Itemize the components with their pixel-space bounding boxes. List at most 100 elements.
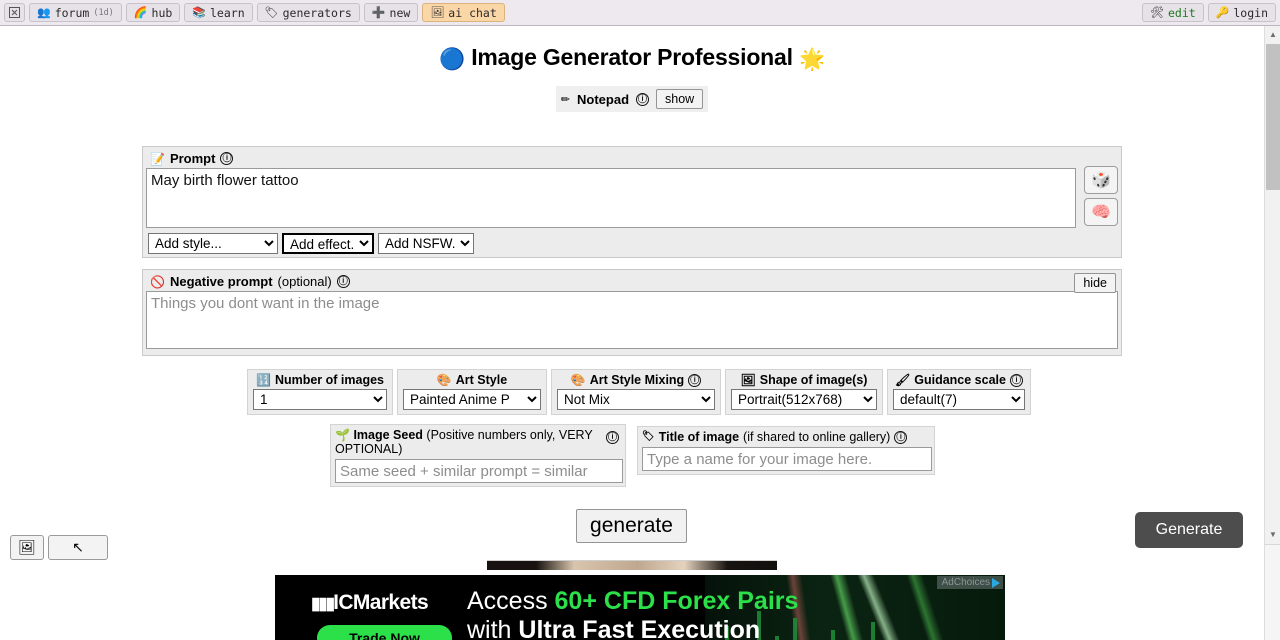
advertisement-banner[interactable]: ▮▮▮ICMarkets Trade Now Access 60+ CFD Fo… — [275, 575, 1005, 640]
paintbrush-icon: 🖌 — [895, 373, 911, 387]
notepad-show-button[interactable]: show — [656, 89, 704, 109]
toolbar-item-ai-chat[interactable]: 🖼 ai chat — [422, 3, 505, 22]
option-label-text: Art Style Mixing — [589, 373, 685, 387]
ad-headline-1-pre: Access — [467, 587, 555, 615]
info-icon[interactable]: ⓘ — [688, 373, 702, 387]
plus-icon: ➕ — [371, 6, 386, 19]
option-label: 🔢 Number of images — [253, 373, 387, 387]
toolbar-item-edit[interactable]: 🛠 edit — [1142, 3, 1204, 22]
ai-enhance-brain-button[interactable]: 🧠 — [1084, 198, 1118, 226]
add-nsfw-select[interactable]: Add NSFW... — [378, 233, 474, 254]
number-of-images-select[interactable]: 1 — [253, 389, 387, 410]
toolbar-item-learn[interactable]: 📚 learn — [184, 3, 253, 22]
adchoices-badge[interactable]: AdChoices — [936, 576, 1003, 589]
negative-prompt-header: 🚫 Negative prompt (optional) ⓘ — [143, 270, 1121, 291]
browser-extension-toolbar: 👥 forum (1d) 🌈 hub 📚 learn 🏷 generators … — [0, 0, 1280, 26]
info-icon[interactable]: ⓘ — [220, 152, 234, 165]
negative-prompt-input[interactable] — [146, 291, 1118, 349]
image-title-box: 🏷 Title of image (if shared to online ga… — [637, 426, 935, 475]
image-seed-label-text: Image Seed — [353, 428, 423, 442]
numbers-icon: 🔢 — [255, 373, 271, 387]
guidance-scale-select[interactable]: default(7) — [893, 389, 1025, 410]
result-thumbnail-strip[interactable] — [487, 560, 777, 570]
add-effect-select[interactable]: Add effect... — [282, 233, 374, 254]
toolbar-item-label: learn — [210, 5, 245, 20]
generate-secondary-button[interactable]: Generate — [1135, 512, 1243, 548]
info-icon[interactable]: ⓘ — [636, 92, 650, 106]
ad-headline-2-strong: Ultra Fast Execution — [518, 616, 761, 640]
negative-prompt-hide-button[interactable]: hide — [1074, 273, 1116, 293]
scroll-up-arrow-icon[interactable]: ▲ — [1265, 26, 1280, 42]
option-label: 🖌 Guidance scale ⓘ — [893, 373, 1025, 387]
image-title-label: 🏷 Title of image (if shared to online ga… — [642, 430, 930, 444]
prompt-input[interactable] — [146, 168, 1076, 228]
label-tag-icon: 🏷 — [642, 431, 655, 442]
adchoices-triangle-icon — [992, 577, 1000, 588]
notepad-label: Notepad — [577, 91, 630, 107]
toolbar-item-label: new — [389, 5, 411, 20]
window-icon — [9, 7, 20, 18]
prohibited-icon: 🚫 — [150, 274, 165, 289]
option-label: 🎨 Art Style Mixing ⓘ — [557, 373, 715, 387]
option-label-text: Number of images — [274, 373, 384, 387]
option-label-text: Guidance scale — [914, 373, 1006, 387]
chat-window-icon: 🖼 — [430, 6, 445, 19]
shape-of-images-select[interactable]: Portrait(512x768) — [731, 389, 877, 410]
vertical-scrollbar[interactable]: ▲ ▼ — [1264, 26, 1280, 640]
brain-icon: 🧠 — [1091, 204, 1111, 221]
option-art-style-mixing: 🎨 Art Style Mixing ⓘ Not Mix — [551, 369, 721, 415]
toolbar-window-button[interactable] — [4, 3, 25, 22]
memo-icon: 📝 — [150, 151, 165, 166]
random-prompt-dice-button[interactable]: 🎲 — [1084, 166, 1118, 194]
sphere-icon: 🔵 — [439, 48, 465, 71]
notepad-bar: ✏ Notepad ⓘ show — [556, 86, 708, 112]
image-seed-box: 🌱 Image Seed (Positive numbers only, VER… — [330, 424, 626, 487]
generation-options-row: 🔢 Number of images 1 🎨 Art Style Painted… — [247, 369, 1031, 415]
toolbar-item-label: ai chat — [448, 5, 497, 20]
art-style-select[interactable]: Painted Anime P — [403, 389, 541, 410]
image-title-hint: (if shared to online gallery) — [743, 430, 891, 444]
toolbar-item-new[interactable]: ➕ new — [363, 3, 419, 22]
scroll-down-arrow-icon[interactable]: ▼ — [1265, 526, 1280, 542]
screenshot-tool-button[interactable]: 🖼 — [10, 535, 44, 560]
image-seed-input[interactable] — [335, 459, 623, 483]
info-icon[interactable]: ⓘ — [1009, 373, 1023, 387]
toolbar-item-label: login — [1233, 5, 1268, 20]
toolbar-item-badge: (1d) — [93, 7, 114, 18]
ad-brand-name: ICMarkets — [333, 591, 429, 614]
screenshot-icon: 🖼 — [18, 539, 36, 555]
notepad-icon: ✏ — [560, 93, 571, 106]
option-shape-of-images: 🖼 Shape of image(s) Portrait(512x768) — [725, 369, 883, 415]
ad-cta-button[interactable]: Trade Now — [317, 625, 452, 640]
option-label: 🎨 Art Style — [403, 373, 541, 387]
prompt-label: Prompt — [169, 151, 216, 166]
negative-prompt-label: Negative prompt — [169, 274, 273, 289]
seedling-icon: 🌱 — [335, 428, 350, 442]
adchoices-label: AdChoices — [941, 577, 990, 588]
option-label: 🖼 Shape of image(s) — [731, 373, 877, 387]
books-icon: 📚 — [192, 6, 206, 19]
toolbar-item-label: edit — [1167, 5, 1196, 20]
scrollbar-thumb[interactable] — [1266, 44, 1280, 190]
info-icon[interactable]: ⓘ — [336, 275, 350, 288]
ad-headline-line-2: with Ultra Fast Execution — [467, 616, 760, 640]
image-title-input[interactable] — [642, 447, 932, 471]
sparkle-icon: 🌟 — [799, 48, 825, 71]
info-icon[interactable]: ⓘ — [606, 431, 619, 444]
cursor-tool-button[interactable]: ↖ — [48, 535, 108, 560]
generate-button[interactable]: generate — [576, 509, 687, 543]
toolbar-item-hub[interactable]: 🌈 hub — [125, 3, 181, 22]
toolbar-item-login[interactable]: 🔑 login — [1207, 3, 1276, 22]
option-label-text: Shape of image(s) — [759, 373, 868, 387]
add-style-select[interactable]: Add style... — [148, 233, 278, 254]
dice-icon: 🎲 — [1091, 172, 1111, 189]
page-title-text: Image Generator Professional — [471, 44, 793, 70]
art-style-mixing-select[interactable]: Not Mix — [557, 389, 715, 410]
tag-icon: 🏷 — [264, 6, 279, 19]
toolbar-item-generators[interactable]: 🏷 generators — [256, 3, 360, 22]
toolbar-item-forum[interactable]: 👥 forum (1d) — [29, 3, 122, 22]
prompt-header: 📝 Prompt ⓘ — [143, 147, 1121, 168]
frame-icon: 🖼 — [740, 373, 756, 387]
ad-headline-line-1: Access 60+ CFD Forex Pairs — [467, 587, 798, 616]
info-icon[interactable]: ⓘ — [894, 430, 908, 444]
